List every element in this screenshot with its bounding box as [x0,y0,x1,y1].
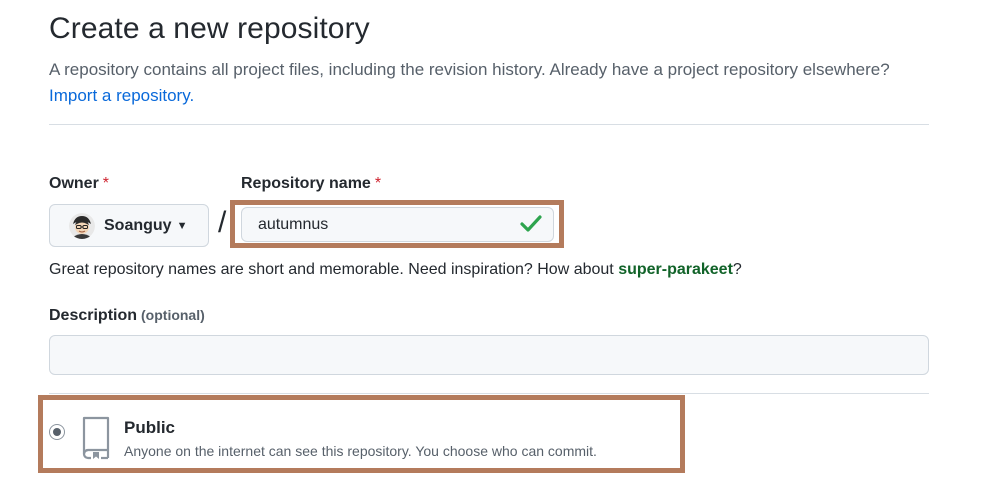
page-title: Create a new repository [49,12,370,45]
description-optional-tag: (optional) [141,307,205,323]
public-radio[interactable] [49,424,65,440]
create-repository-page: Create a new repository A repository con… [0,0,990,477]
repository-name-label-text: Repository name [241,175,371,192]
description-input[interactable] [49,335,929,375]
repository-required-mark: * [374,175,382,192]
owner-repo-separator: / [218,206,227,239]
repository-name-label: Repository name * [241,175,381,193]
owner-label: Owner * [49,175,109,193]
owner-name: Soanguy [104,216,172,234]
hint-text: Great repository names are short and mem… [49,261,619,278]
radio-selected-dot [53,428,61,436]
public-option-description: Anyone on the internet can see this repo… [124,443,597,459]
section-divider [49,124,929,125]
name-suggestion-link[interactable]: super-parakeet [618,261,733,278]
owner-label-text: Owner [49,175,99,192]
repository-name-hint: Great repository names are short and mem… [49,261,742,279]
import-repository-link[interactable]: Import a repository. [49,86,194,105]
description-label: Description (optional) [49,307,205,325]
public-option-title[interactable]: Public [124,418,175,438]
caret-down-icon: ▼ [176,219,188,232]
repository-name-input[interactable]: autumnus [241,207,554,242]
subtitle-text: A repository contains all project files,… [49,60,890,79]
visibility-divider [49,393,929,394]
repository-name-value: autumnus [258,215,329,233]
owner-required-mark: * [102,175,110,192]
repo-icon [82,416,110,460]
hint-suffix: ? [732,261,742,278]
avatar [69,212,95,239]
page-subtitle: A repository contains all project files,… [49,57,949,109]
check-icon [520,215,542,232]
description-label-text: Description [49,307,138,324]
owner-select-button[interactable]: Soanguy ▼ [49,204,209,247]
